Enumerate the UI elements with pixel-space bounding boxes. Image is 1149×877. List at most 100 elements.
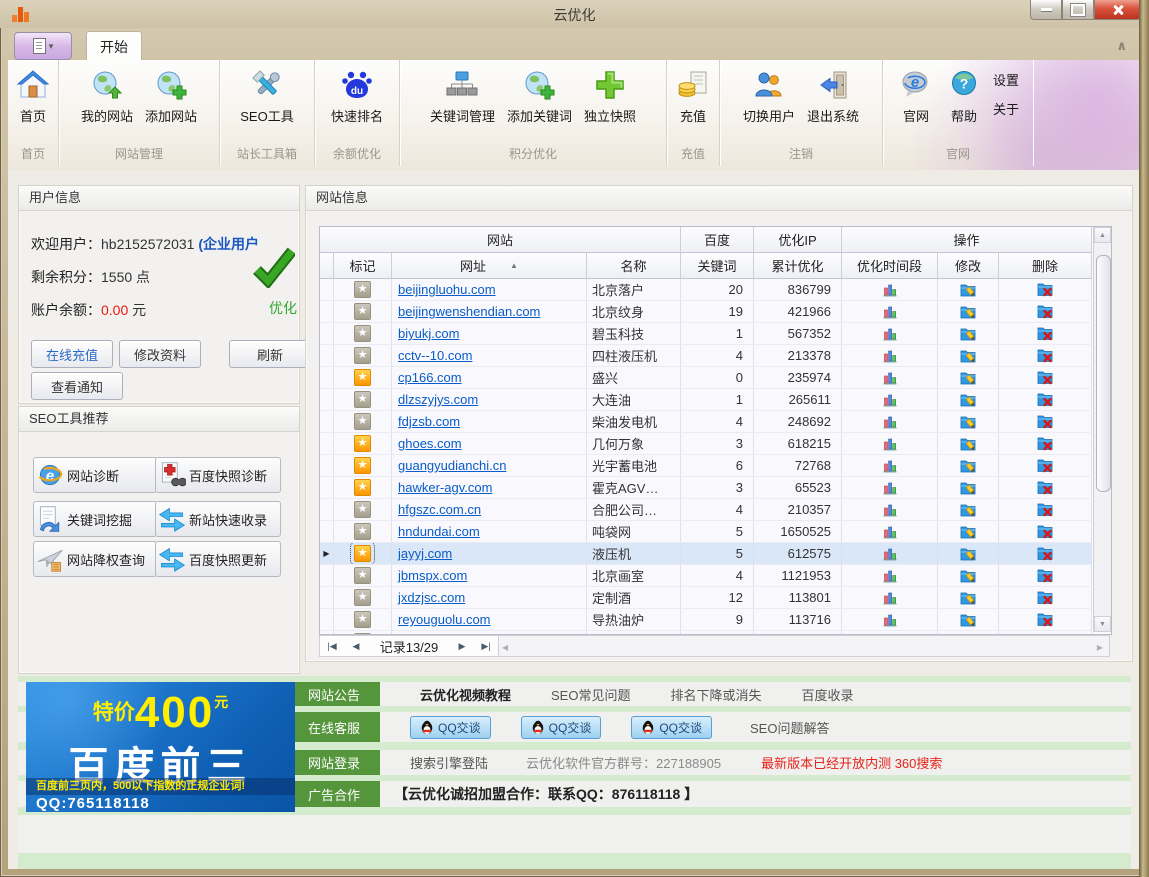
help-button[interactable]: ? 帮助 (941, 64, 987, 128)
table-row[interactable]: ★ cp166.com 盛兴 0 235974 (320, 367, 1092, 389)
edit-icon[interactable] (960, 612, 976, 627)
chart-icon[interactable] (883, 371, 897, 385)
add-site-button[interactable]: 添加网站 (140, 64, 202, 128)
about-button[interactable]: 关于 (993, 99, 1019, 118)
row-url-link[interactable]: guangyudianchi.cn (398, 458, 506, 473)
star-icon[interactable]: ★ (354, 413, 371, 430)
snapshot-diagnose-button[interactable]: 百度快照诊断 (155, 457, 281, 493)
row-url-link[interactable]: fdjzsb.com (398, 414, 460, 429)
row-url-link[interactable]: cp166.com (398, 370, 462, 385)
header-group-site[interactable]: 网站 (320, 227, 681, 253)
star-icon[interactable]: ★ (354, 457, 371, 474)
header-keywords[interactable]: 关键词 (681, 253, 754, 279)
search-engine-login-link[interactable]: 搜索引擎登陆 (410, 753, 488, 772)
row-url-link[interactable]: hndundai.com (398, 524, 480, 539)
row-url-link[interactable]: biyukj.com (398, 326, 459, 341)
table-row[interactable]: ★ dlzszyjys.com 大连油 1 265611 (320, 389, 1092, 411)
my-sites-button[interactable]: 我的网站 (76, 64, 138, 128)
row-url-link[interactable]: jbmspx.com (398, 568, 467, 583)
chart-icon[interactable] (883, 481, 897, 495)
edit-icon[interactable] (960, 304, 976, 319)
delete-icon[interactable] (1037, 436, 1053, 451)
site-diagnose-button[interactable]: e 网站诊断 (33, 457, 157, 493)
table-row[interactable]: ★ fdjzsb.com 柴油发电机 4 248692 (320, 411, 1092, 433)
star-icon[interactable]: ★ (354, 611, 371, 628)
announcement-link[interactable]: 排名下降或消失 (670, 685, 761, 704)
seo-answer-link[interactable]: SEO问题解答 (750, 718, 829, 737)
star-icon[interactable]: ★ (354, 281, 371, 298)
table-row[interactable]: ▶ ★ jayyj.com 液压机 5 612575 (320, 543, 1092, 565)
edit-profile-button[interactable]: 修改资料 (119, 340, 201, 368)
snapshot-update-button[interactable]: 百度快照更新 (155, 541, 281, 577)
scroll-down-icon[interactable]: ▼ (1094, 616, 1111, 632)
nav-prev-button[interactable]: ◀ (344, 641, 368, 652)
row-url-link[interactable]: ghoes.com (398, 436, 462, 451)
delete-icon[interactable] (1037, 370, 1053, 385)
chart-icon[interactable] (883, 327, 897, 341)
delete-icon[interactable] (1037, 326, 1053, 341)
table-row[interactable]: ★ hawker-agv.com 霍克AGV… 3 65523 (320, 477, 1092, 499)
table-row[interactable]: ★ cctv--10.com 四柱液压机 4 213378 (320, 345, 1092, 367)
star-icon[interactable]: ★ (354, 347, 371, 364)
header-group-baidu[interactable]: 百度 (681, 227, 754, 253)
header-url[interactable]: 网址▲ (392, 253, 587, 279)
delete-icon[interactable] (1037, 458, 1053, 473)
chart-icon[interactable] (883, 613, 897, 627)
header-edit[interactable]: 修改 (938, 253, 999, 279)
delete-icon[interactable] (1037, 612, 1053, 627)
chart-icon[interactable] (883, 503, 897, 517)
edit-icon[interactable] (960, 524, 976, 539)
delete-icon[interactable] (1037, 502, 1053, 517)
announcement-link[interactable]: 百度收录 (802, 685, 854, 704)
delete-icon[interactable] (1037, 348, 1053, 363)
star-icon[interactable]: ★ (354, 567, 371, 584)
star-icon[interactable]: ★ (354, 523, 371, 540)
edit-icon[interactable] (960, 458, 976, 473)
fast-ranking-button[interactable]: du 快速排名 (326, 64, 388, 128)
online-recharge-button[interactable]: 在线充值 (31, 340, 113, 368)
delete-icon[interactable] (1037, 480, 1053, 495)
view-notice-button[interactable]: 查看通知 (31, 372, 123, 400)
delete-icon[interactable] (1037, 590, 1053, 605)
edit-icon[interactable] (960, 546, 976, 561)
star-icon[interactable]: ★ (354, 479, 371, 496)
official-site-button[interactable]: e 官网 (893, 64, 939, 128)
ad-banner[interactable]: 特价400元 百度前三 百度前三页内，500以下指数的正规企业词! QQ:765… (26, 682, 295, 812)
app-menu-button[interactable]: ▾ (14, 32, 72, 60)
keyword-manage-button[interactable]: 关键词管理 (425, 64, 500, 128)
add-keyword-button[interactable]: 添加关键词 (502, 64, 577, 128)
refresh-button[interactable]: 刷新 (229, 340, 311, 368)
edit-icon[interactable] (960, 282, 976, 297)
nav-last-button[interactable]: ▶| (474, 641, 498, 652)
seo-tools-button[interactable]: SEO工具 (235, 64, 298, 128)
table-row[interactable]: ★ biyukj.com 碧玉科技 1 567352 (320, 323, 1092, 345)
qq-chat-button[interactable]: QQ交谈 (521, 716, 602, 739)
row-url-link[interactable]: jxdzjsc.com (398, 590, 465, 605)
keyword-dig-button[interactable]: 关键词挖掘 (33, 501, 157, 537)
nav-first-button[interactable]: |◀ (320, 641, 344, 652)
table-row[interactable]: ★ beijingwenshendian.com 北京纹身 19 421966 (320, 301, 1092, 323)
chart-icon[interactable] (883, 349, 897, 363)
recharge-button[interactable]: 充值 (670, 64, 716, 128)
chart-icon[interactable] (883, 459, 897, 473)
delete-icon[interactable] (1037, 568, 1053, 583)
header-group-ip[interactable]: 优化IP (754, 227, 842, 253)
fast-index-button[interactable]: 新站快速收录 (155, 501, 281, 537)
delete-icon[interactable] (1037, 546, 1053, 561)
home-button[interactable]: 首页 (10, 64, 56, 128)
table-scrollbar[interactable]: ▲ ▼ (1093, 227, 1111, 632)
star-icon[interactable]: ★ (354, 589, 371, 606)
edit-icon[interactable] (960, 326, 976, 341)
edit-icon[interactable] (960, 414, 976, 429)
table-row[interactable]: ★ hfgszc.com.cn 合肥公司… 4 210357 (320, 499, 1092, 521)
qq-chat-button[interactable]: QQ交谈 (410, 716, 491, 739)
star-icon[interactable]: ★ (354, 501, 371, 518)
beta-notice[interactable]: 最新版本已经开放内测 360搜索 (761, 753, 942, 772)
table-row[interactable]: ★ ⋯ (320, 631, 1092, 634)
minimize-button[interactable] (1030, 0, 1062, 20)
chart-icon[interactable] (883, 525, 897, 539)
star-icon[interactable]: ★ (354, 391, 371, 408)
delete-icon[interactable] (1037, 524, 1053, 539)
header-total[interactable]: 累计优化 (754, 253, 842, 279)
row-url-link[interactable]: hawker-agv.com (398, 480, 492, 495)
